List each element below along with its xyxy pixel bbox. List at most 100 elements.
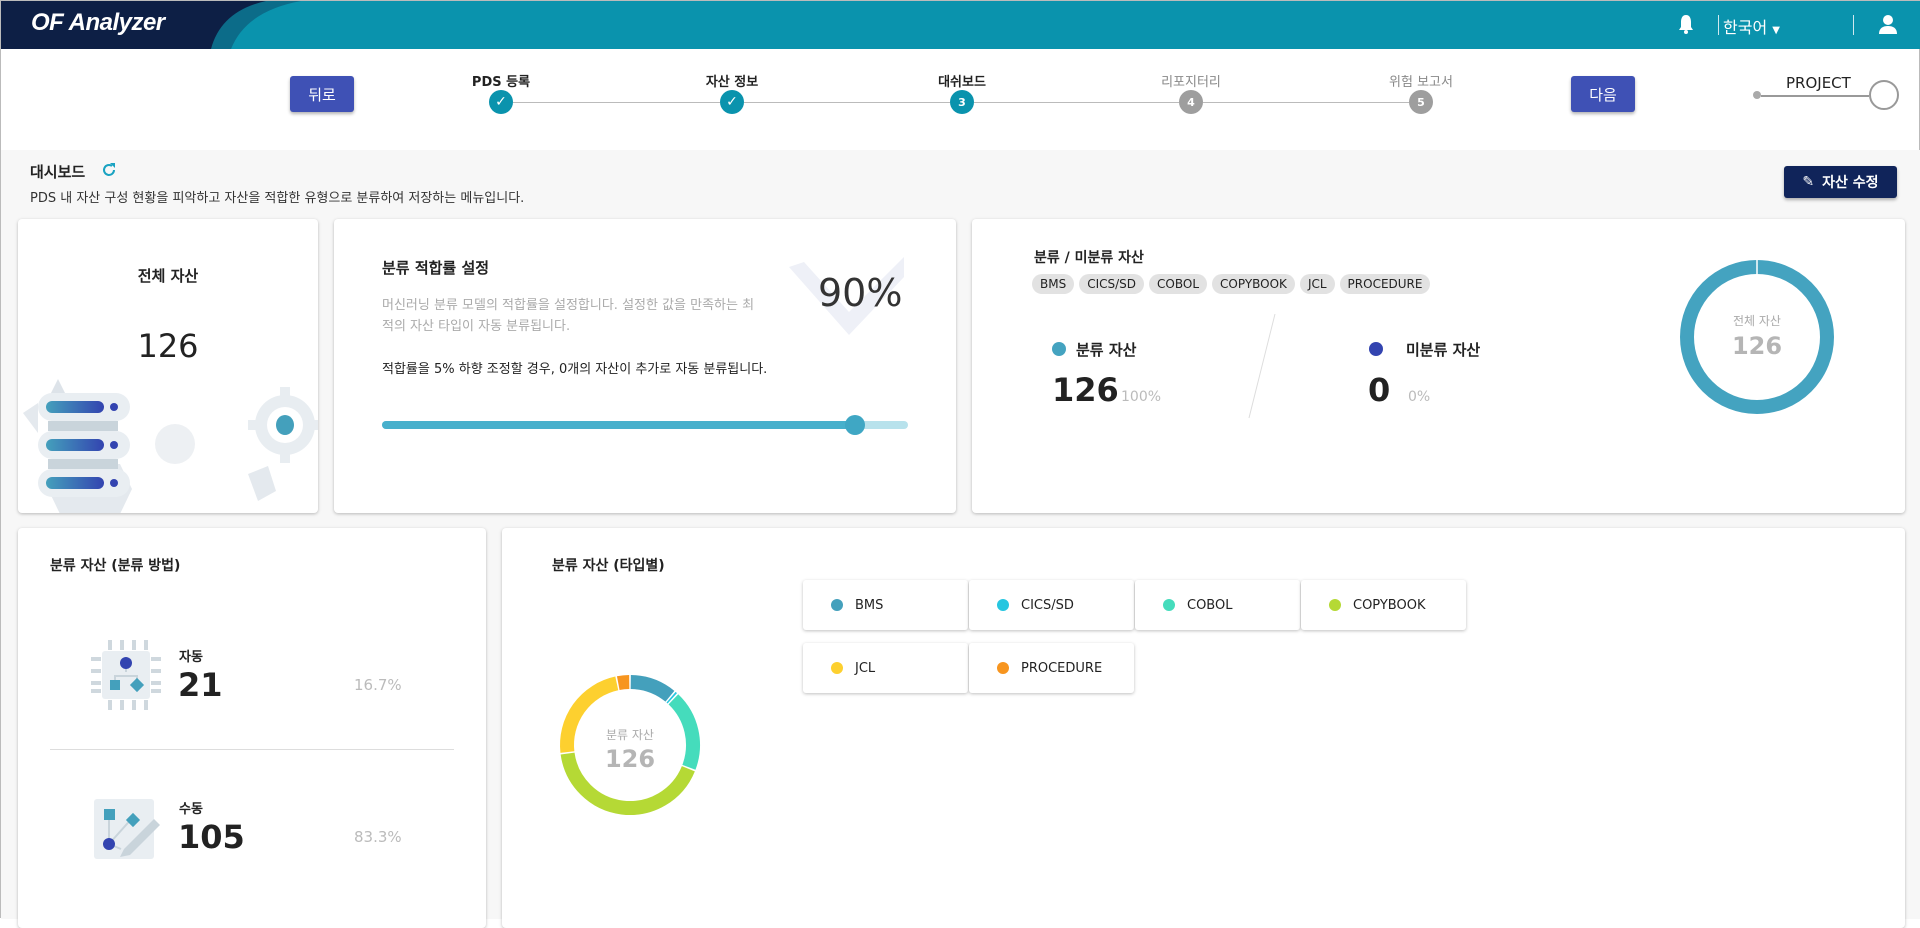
step-3-indicator[interactable]: 3 [950, 90, 974, 114]
unclassified-dot [1369, 342, 1383, 356]
unclassified-value: 0 [1368, 371, 1391, 409]
step-label: 위험 보고서 [1389, 75, 1453, 90]
fit-rate-card: 분류 적합률 설정 90% 머신러닝 분류 모델의 적합률을 설정합니다. 설정… [334, 219, 956, 513]
classified-label: 분류 자산 [1076, 341, 1137, 359]
legend-item[interactable]: CICS/SD [969, 580, 1134, 630]
manual-label: 수동 [179, 802, 203, 817]
donut-slice-bms[interactable] [630, 675, 675, 702]
fit-desc-line: 머신러닝 분류 모델의 적합률을 설정합니다. 설정한 값을 만족하는 최 [382, 298, 755, 313]
donut-label: 전체 자산 [1733, 314, 1781, 328]
step-connector [744, 102, 950, 103]
step-label: 자산 정보 [705, 75, 759, 90]
step-number: 5 [1417, 95, 1425, 109]
step-connector [1203, 102, 1409, 103]
user-icon[interactable] [1879, 14, 1897, 34]
project-circle[interactable] [1869, 80, 1899, 110]
step-5-indicator[interactable]: 5 [1409, 90, 1433, 114]
pencil-icon: ✎ [1802, 174, 1815, 190]
auto-value: 21 [178, 666, 223, 704]
back-button[interactable]: 뒤로 [290, 76, 354, 112]
bell-icon[interactable] [1677, 14, 1695, 34]
type-chip: PROCEDURE [1339, 274, 1431, 294]
step-number: 4 [1187, 95, 1195, 109]
fit-value: 90% [818, 271, 903, 315]
next-button[interactable]: 다음 [1571, 76, 1635, 112]
method-card: 분류 자산 (분류 방법) 자동 21 16.7% 수동 105 83.3% [18, 528, 486, 928]
legend-dot [831, 599, 843, 611]
divider-slash [1248, 314, 1276, 419]
classified-value: 126 [1052, 371, 1119, 409]
divider [1718, 15, 1719, 35]
classified-pct: 100% [1121, 389, 1162, 405]
type-chart-card: 분류 자산 (타입별) 분류 자산 126 BMS CICS/SD COBOL COP… [502, 528, 1905, 928]
type-chips: BMS CICS/SD COBOL COPYBOOK JCL PROCEDURE [1032, 273, 1435, 294]
step-connector [513, 102, 720, 103]
legend-label: PROCEDURE [1021, 660, 1103, 676]
auto-label: 자동 [179, 650, 203, 665]
legend-label: CICS/SD [1021, 597, 1074, 613]
type-chip: COPYBOOK [1212, 274, 1295, 294]
project-label: PROJECT [1786, 74, 1851, 92]
donut-slice-cics-sd[interactable] [666, 691, 677, 704]
method-title: 분류 자산 (분류 방법) [50, 558, 181, 574]
step-label: 대쉬보드 [938, 75, 986, 90]
step-check-icon[interactable]: ✓ [720, 90, 744, 114]
project-dot [1753, 91, 1761, 99]
total-title: 전체 자산 [137, 267, 199, 285]
legend-label: COBOL [1187, 597, 1233, 613]
step-check-icon[interactable]: ✓ [489, 90, 513, 114]
fit-slider-track[interactable] [382, 415, 908, 435]
fit-note: 적합률을 5% 하향 조정할 경우, 0개의 자산이 추가로 자동 분류됩니다. [382, 362, 768, 377]
fit-desc-line: 적의 자산 타입이 자동 분류됩니다. [382, 319, 571, 334]
legend-label: COPYBOOK [1353, 597, 1426, 613]
top-header: OF Analyzer 한국어 ▼ [1, 1, 1920, 49]
legend-dot [831, 662, 843, 674]
classify-title: 분류 / 미분류 자산 [1034, 250, 1144, 266]
type-chip: COBOL [1149, 274, 1208, 294]
type-chip: CICS/SD [1079, 274, 1145, 294]
fit-slider-handle[interactable] [845, 415, 866, 435]
unclassified-pct: 0% [1408, 389, 1431, 405]
caret-down-icon: ▼ [1772, 25, 1780, 36]
edit-assets-button[interactable]: ✎ 자산 수정 [1784, 166, 1897, 198]
chip-ai-icon [91, 640, 161, 710]
legend-dot [1163, 599, 1175, 611]
classified-dot [1052, 342, 1066, 356]
page-title: 대시보드 [30, 163, 86, 181]
legend-item[interactable]: BMS [803, 580, 968, 630]
legend-item[interactable]: JCL [803, 643, 968, 693]
step-label: 리포지터리 [1161, 75, 1221, 90]
manual-pct: 83.3% [354, 828, 402, 846]
type-chip: JCL [1299, 274, 1335, 294]
type-donut-value: 126 [604, 745, 656, 773]
legend-item[interactable]: COBOL [1135, 580, 1300, 630]
type-chart-title: 분류 자산 (타입별) [552, 558, 665, 574]
divider [50, 749, 454, 750]
app-logo: OF Analyzer [31, 9, 165, 36]
edit-assets-label: 자산 수정 [1822, 175, 1879, 191]
manual-value: 105 [178, 818, 245, 856]
step-4-indicator[interactable]: 4 [1179, 90, 1203, 114]
language-label: 한국어 [1723, 18, 1768, 37]
total-assets-card: 전체 자산 126 [18, 219, 318, 513]
type-donut-label: 분류 자산 [606, 728, 654, 742]
legend-label: BMS [855, 597, 884, 613]
refresh-icon[interactable] [101, 162, 117, 178]
divider [1853, 15, 1854, 35]
fit-description: 머신러닝 분류 모델의 적합률을 설정합니다. 설정한 값을 만족하는 최적의 … [382, 295, 754, 337]
server-illustration [23, 379, 318, 513]
legend-item[interactable]: COPYBOOK [1301, 580, 1466, 630]
legend-label: JCL [855, 660, 876, 676]
page-subtitle: PDS 내 자산 구성 현황을 피악하고 자산을 적합한 유형으로 분류하여 저… [30, 191, 525, 206]
donut-slice-procedure[interactable] [616, 675, 630, 691]
step-number: 3 [958, 95, 966, 109]
manual-edit-icon [94, 799, 160, 859]
step-connector [974, 102, 1179, 103]
auto-pct: 16.7% [354, 676, 402, 694]
language-select[interactable]: 한국어 ▼ [1723, 14, 1780, 38]
legend-dot [997, 662, 1009, 674]
fit-title: 분류 적합률 설정 [382, 259, 490, 277]
type-chip: BMS [1032, 274, 1075, 294]
project-line [1761, 95, 1869, 97]
legend-item[interactable]: PROCEDURE [969, 643, 1134, 693]
